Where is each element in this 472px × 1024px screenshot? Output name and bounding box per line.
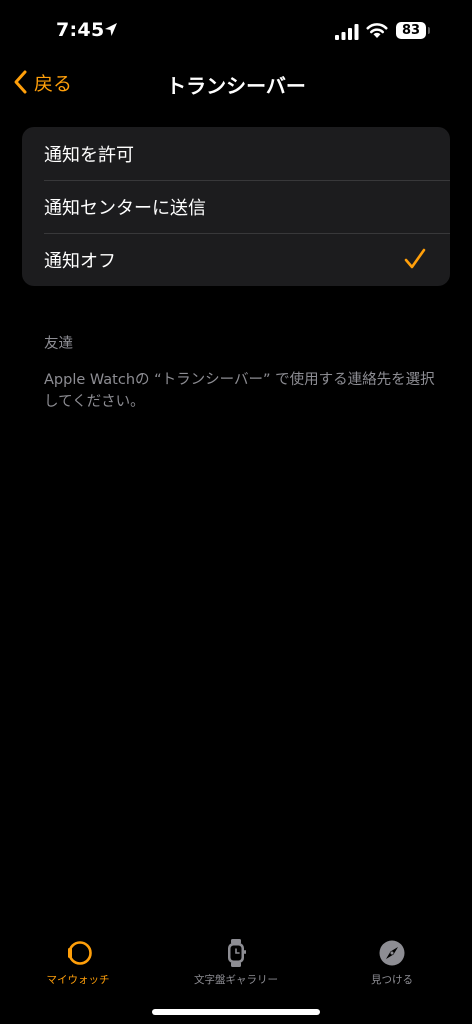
battery-tip [428, 27, 430, 34]
navigation-bar: 戻る トランシーバー [0, 60, 472, 104]
status-bar: 7:45 83 [0, 0, 472, 60]
option-label: 通知センターに送信 [44, 197, 206, 219]
page-title: トランシーバー [166, 74, 306, 98]
option-allow-notifications[interactable]: 通知を許可 [22, 127, 450, 180]
option-notifications-off[interactable]: 通知オフ [22, 233, 450, 286]
watch-icon [68, 941, 92, 965]
checkmark-icon [404, 248, 426, 269]
tab-label: 文字盤ギャラリー [194, 974, 278, 986]
cellular-signal-icon [335, 24, 359, 40]
friends-section-header: 友達 [44, 336, 73, 352]
friends-section-description: Apple Watchの “トランシーバー” で使用する連絡先を選択してください… [44, 372, 435, 410]
status-time: 7:45 [56, 19, 105, 41]
tab-discover[interactable]: 見つける [322, 930, 462, 990]
option-send-to-notification-center[interactable]: 通知センターに送信 [22, 180, 450, 233]
tab-my-watch[interactable]: マイウォッチ [8, 930, 148, 990]
wifi-icon [366, 23, 388, 38]
option-label: 通知オフ [44, 250, 116, 272]
compass-icon [379, 940, 405, 966]
option-label: 通知を許可 [44, 144, 134, 166]
tab-label: マイウォッチ [46, 974, 110, 986]
tab-bar: マイウォッチ 文字盤ギャラリー 見つける [0, 930, 472, 990]
location-arrow-icon [105, 23, 117, 36]
home-indicator[interactable] [152, 1009, 320, 1015]
tab-label: 見つける [371, 974, 413, 986]
tab-face-gallery[interactable]: 文字盤ギャラリー [166, 930, 306, 990]
notification-options: 通知を許可 通知センターに送信 通知オフ [22, 127, 450, 286]
watch-face-icon [228, 939, 246, 967]
battery-indicator: 83 [396, 22, 426, 39]
